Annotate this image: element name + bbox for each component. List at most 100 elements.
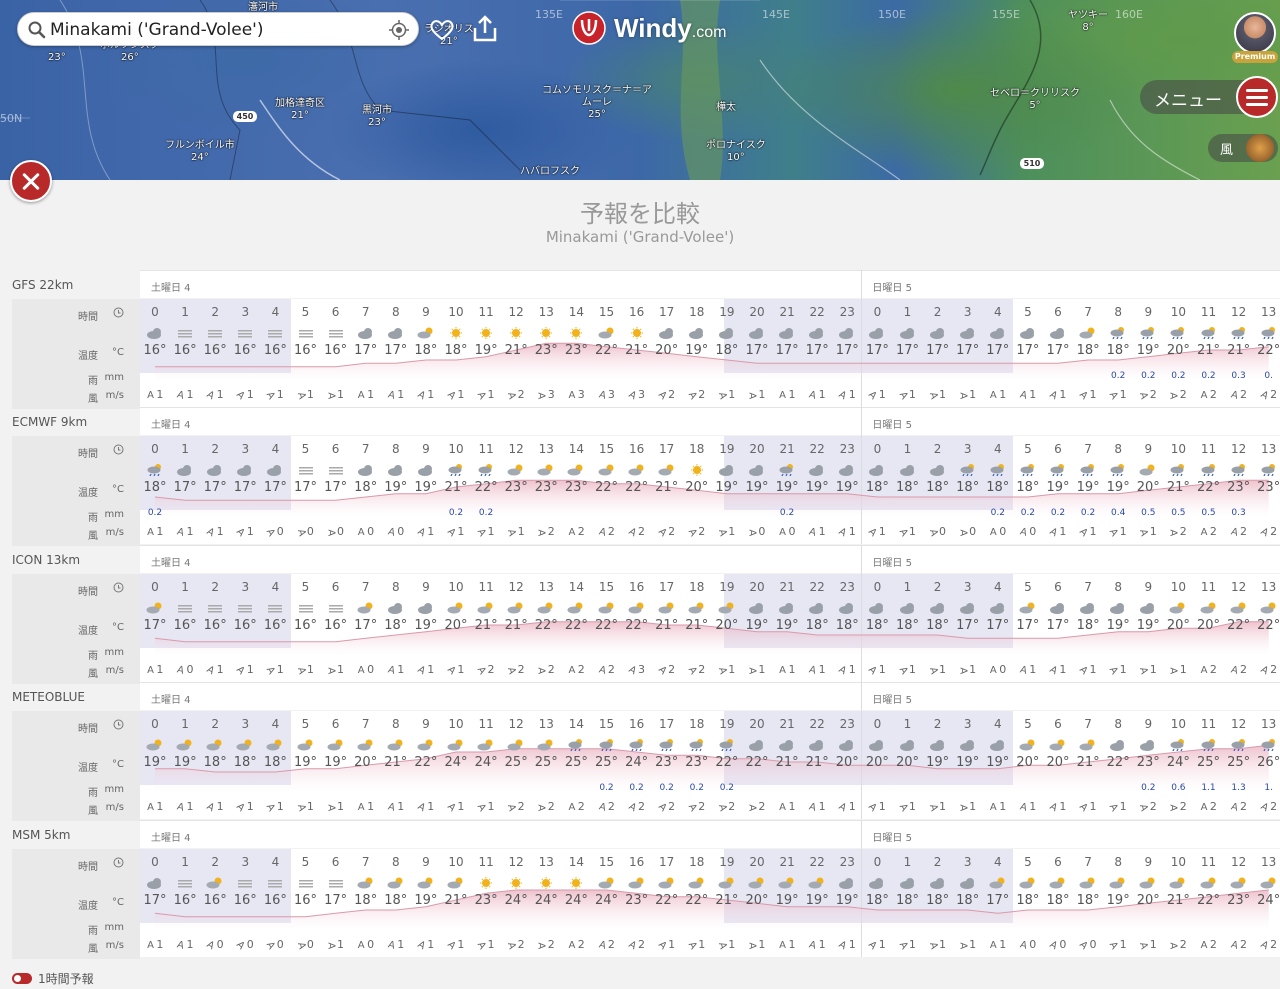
hour-cell: 6: [331, 305, 340, 319]
wind-arrow-icon: A: [655, 939, 669, 952]
temp-cell: 23°: [474, 893, 498, 908]
partly-cloudy-icon: [658, 874, 676, 889]
rain-icon: [778, 461, 796, 477]
menu-button[interactable]: メニュー: [1140, 76, 1278, 118]
wind-cell: A 1: [655, 938, 675, 952]
wind-cell: A 2: [626, 525, 645, 539]
hour-cell: 21: [779, 855, 795, 869]
cloudy-icon: [989, 599, 1007, 614]
map-place[interactable]: ポロナイスク 10°: [706, 140, 766, 164]
forecast-grid: 土曜日 4 日曜日 5 0 17° A 1 1 16° A 0 2 16° A 1 3 16° A 141…: [140, 545, 1280, 682]
wind-arrow-icon: A: [716, 803, 729, 812]
partly-cloudy-icon: [1169, 599, 1187, 614]
graticule-label: 150E: [878, 8, 906, 21]
temp-cell: 19°: [414, 480, 438, 495]
hour-cell: 0: [873, 717, 882, 731]
hamburger-icon[interactable]: [1236, 76, 1278, 118]
layer-wind-button[interactable]: 風: [1208, 134, 1278, 162]
cloudy-icon: [748, 599, 766, 614]
hour-cell: 5: [301, 305, 310, 319]
map-place[interactable]: 加格達奇区 21°: [275, 98, 325, 122]
rain-icon: [628, 736, 646, 752]
cloudy-icon: [748, 324, 766, 339]
wind-cell: A 1: [1107, 388, 1127, 401]
avatar[interactable]: [1234, 12, 1276, 54]
search-box[interactable]: [17, 12, 419, 46]
map-place[interactable]: フルンボイル市 24°: [165, 140, 235, 164]
wind-cell: A 0: [234, 938, 254, 952]
wind-arrow-icon: A: [989, 940, 997, 951]
cloudy-icon: [658, 324, 676, 339]
model-row-1: ECMWF 9km 時間 温度 °C 雨 mm 風 m/s 土曜日 4 日曜日 5 0 18° 0.2 A…: [0, 407, 1280, 546]
partly-cloudy-icon: [537, 599, 555, 614]
wind-arrow-icon: A: [866, 801, 879, 814]
hour-cell: 5: [1024, 717, 1032, 731]
partly-cloudy-icon: [658, 461, 676, 476]
hour-cell: 7: [361, 580, 370, 594]
cloudy-icon: [808, 324, 826, 339]
map-place[interactable]: 樺太: [716, 102, 736, 114]
cloudy-icon: [417, 461, 435, 476]
wind-cell: A 1: [1018, 663, 1037, 677]
temp-cell: 17°: [956, 343, 980, 358]
map-place[interactable]: 黒河市 23°: [362, 105, 392, 129]
wind-arrow-icon: A: [837, 801, 849, 814]
wind-cell: A 1: [957, 800, 976, 813]
search-input[interactable]: [50, 17, 380, 43]
wind-cell: A 1: [926, 663, 946, 676]
hour-cell: 17: [659, 855, 675, 869]
map-place[interactable]: コムソモリスク＝ナ＝アムーレ 25°: [538, 85, 656, 121]
wind-cell: A 1: [989, 938, 1006, 951]
hour-cell: 1: [903, 855, 912, 869]
wind-arrow-icon: A: [655, 801, 669, 814]
model-name[interactable]: METEOBLUE: [12, 690, 85, 704]
hour-cell: 16: [628, 717, 645, 731]
partly-cloudy-icon: [327, 736, 345, 751]
hour-cell: 8: [391, 855, 400, 869]
rain-cell: 0.3: [1231, 371, 1246, 381]
wind-cell: A 1: [264, 663, 284, 676]
model-name[interactable]: GFS 22km: [12, 278, 73, 292]
model-name[interactable]: MSM 5km: [12, 828, 70, 842]
temp-cell: 18°: [1076, 618, 1100, 633]
partly-cloudy-icon: [1169, 874, 1187, 889]
weather-map[interactable]: 135E 145E 150E 155E 160E 50N 瀋河市 23° ポルツ…: [0, 0, 1280, 180]
hour-cell: 13: [538, 442, 554, 456]
map-place[interactable]: ハバロフスク: [520, 166, 580, 178]
model-name[interactable]: ECMWF 9km: [12, 415, 87, 429]
wind-arrow-icon: A: [685, 802, 699, 813]
map-place[interactable]: ヤツキー 8°: [1068, 10, 1108, 34]
model-name[interactable]: ICON 13km: [12, 553, 80, 567]
row-labels: 時間 温度 °C 雨 mm 風 m/s: [12, 849, 140, 959]
partly-cloudy-icon: [1260, 599, 1278, 614]
wind-cell: A 1: [445, 388, 464, 402]
hour-cell: 13: [1261, 442, 1277, 456]
locate-icon[interactable]: [388, 19, 410, 41]
rain-icon: [146, 461, 164, 477]
wind-cell: A 1: [415, 938, 435, 952]
label-time: 時間: [78, 724, 98, 735]
wind-cell: A 1: [779, 800, 796, 813]
temp-cell: 20°: [835, 755, 859, 770]
map-place[interactable]: セベロ＝クリリスク 5°: [990, 88, 1080, 112]
row-labels: 時間 温度 °C 雨 mm 風 m/s: [12, 436, 140, 546]
wind-cell: A 2: [685, 663, 706, 676]
partly-cloudy-icon: [387, 874, 405, 889]
hour-cell: 19: [719, 580, 735, 594]
temp-cell: 22°: [1106, 755, 1130, 770]
hour-cell: 10: [448, 717, 464, 731]
map-place[interactable]: 23°: [48, 52, 66, 64]
toggle-switch[interactable]: [12, 973, 32, 984]
heart-icon[interactable]: [428, 18, 456, 42]
wind-arrow-icon: A: [175, 664, 185, 677]
hourly-toggle[interactable]: 1時間予報: [12, 970, 94, 987]
wind-cell: A 1: [807, 388, 826, 402]
search-icon: [28, 21, 46, 39]
share-icon[interactable]: [472, 14, 498, 44]
rain-cell: 0.2: [719, 783, 735, 793]
wind-arrow-icon: A: [655, 526, 669, 539]
hour-cell: 8: [391, 580, 400, 594]
temp-cell: 21°: [775, 755, 799, 770]
hour-cell: 12: [508, 717, 524, 731]
hour-cell: 3: [241, 305, 250, 319]
